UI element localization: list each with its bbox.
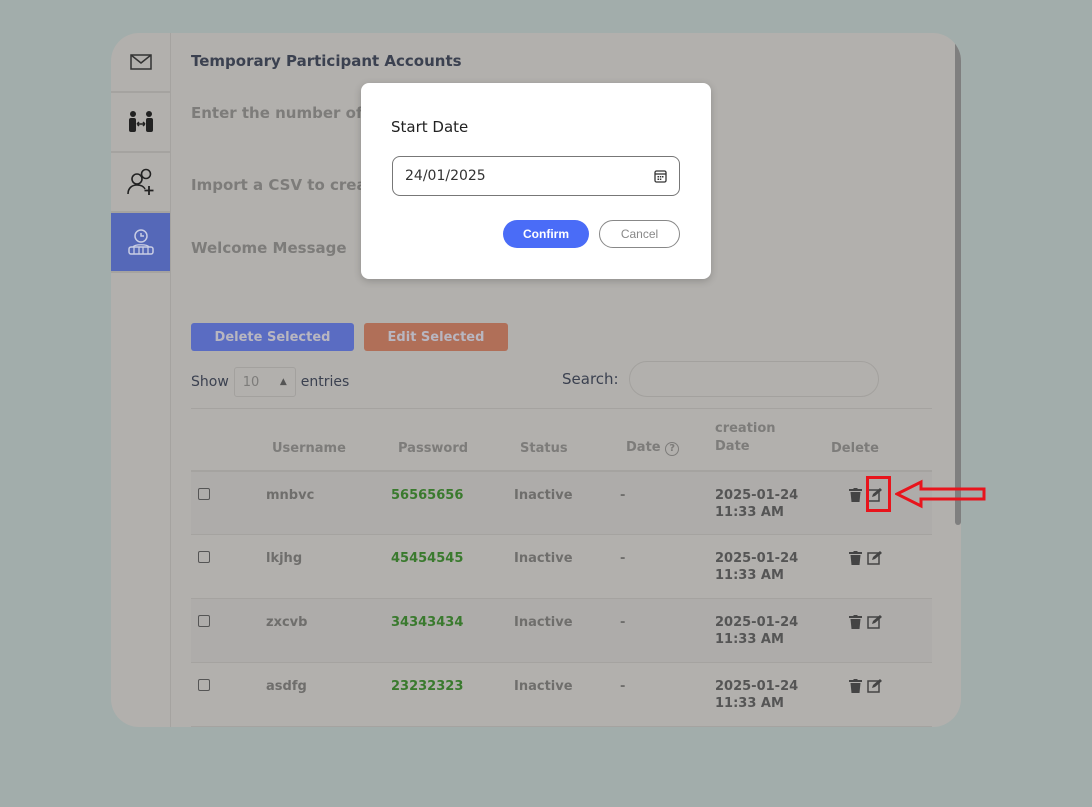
accounts-table: Username Password Status Date ? creation… bbox=[191, 408, 932, 727]
header-username[interactable]: Username bbox=[266, 408, 391, 472]
entries-select[interactable]: 10 ▲ bbox=[233, 367, 296, 397]
cell-date: - bbox=[620, 598, 715, 663]
row-checkbox[interactable] bbox=[198, 551, 210, 563]
modal-title: Start Date bbox=[391, 118, 469, 136]
updown-icon: ▲ bbox=[279, 377, 287, 387]
edit-selected-button[interactable]: Edit Selected bbox=[364, 323, 508, 351]
creation-date: 2025-01-24 bbox=[715, 615, 799, 630]
search-input[interactable] bbox=[628, 361, 879, 397]
cell-date: - bbox=[620, 662, 715, 727]
header-creation-date-label: creation Date bbox=[715, 420, 776, 454]
creation-date: 2025-01-24 bbox=[715, 487, 799, 503]
entries-control: Show 10 ▲ entries bbox=[191, 367, 349, 397]
table-row: asdfg 23232323 Inactive - 2025-01-24 11:3… bbox=[191, 662, 932, 727]
trash-icon[interactable] bbox=[849, 551, 862, 565]
sidebar-item-temporary-accounts[interactable] bbox=[111, 213, 170, 273]
calendar-icon[interactable] bbox=[654, 169, 667, 183]
annotation-arrow-icon bbox=[895, 479, 986, 509]
show-label: Show bbox=[191, 374, 229, 390]
creation-time: 11:33 AM bbox=[715, 696, 784, 711]
number-label: Enter the number of a bbox=[191, 104, 378, 122]
header-delete: Delete bbox=[831, 408, 932, 472]
cell-username: lkjhg bbox=[266, 534, 391, 599]
cell-password: 45454545 bbox=[391, 534, 514, 599]
cell-creation-date: 2025-01-24 11:33 AM bbox=[715, 470, 831, 535]
start-date-modal: Start Date 24/01/2025 Confirm Cancel bbox=[361, 83, 711, 279]
table-row: lkjhg 45454545 Inactive - 2025-01-24 11:3… bbox=[191, 534, 932, 599]
search-label: Search: bbox=[562, 370, 619, 388]
header-password[interactable]: Password bbox=[391, 408, 514, 472]
header-date-label: Date bbox=[626, 439, 661, 455]
add-user-icon bbox=[126, 168, 153, 195]
cancel-button[interactable]: Cancel bbox=[599, 220, 680, 248]
cell-actions bbox=[831, 534, 932, 599]
creation-time: 11:33 AM bbox=[715, 504, 784, 520]
help-icon[interactable]: ? bbox=[665, 441, 680, 456]
table-row: zxcvb 34343434 Inactive - 2025-01-24 11:3… bbox=[191, 598, 932, 663]
entries-label: entries bbox=[300, 374, 350, 390]
participants-exchange-icon bbox=[128, 111, 153, 132]
temporary-accounts-icon bbox=[127, 229, 154, 255]
sidebar-item-mail[interactable] bbox=[111, 33, 170, 93]
start-date-input[interactable]: 24/01/2025 bbox=[392, 156, 680, 196]
cell-date: - bbox=[620, 534, 715, 599]
cell-creation-date: 2025-01-24 11:33 AM bbox=[715, 662, 831, 727]
creation-time: 11:33 AM bbox=[715, 632, 784, 647]
creation-date: 2025-01-24 bbox=[715, 551, 799, 566]
start-date-value: 24/01/2025 bbox=[405, 168, 486, 184]
entries-value: 10 bbox=[242, 374, 260, 390]
cell-password: 23232323 bbox=[391, 662, 514, 727]
header-select bbox=[191, 408, 266, 472]
annotation-highlight-box bbox=[866, 476, 891, 512]
cell-status: Inactive bbox=[514, 662, 620, 727]
delete-selected-button[interactable]: Delete Selected bbox=[191, 323, 354, 351]
row-checkbox[interactable] bbox=[198, 487, 210, 500]
edit-icon[interactable] bbox=[866, 679, 882, 693]
edit-icon[interactable] bbox=[866, 551, 882, 565]
cell-creation-date: 2025-01-24 11:33 AM bbox=[715, 598, 831, 663]
sidebar-item-participants[interactable] bbox=[111, 93, 170, 153]
cell-username: zxcvb bbox=[266, 598, 391, 663]
cell-actions bbox=[831, 662, 932, 727]
page-title: Temporary Participant Accounts bbox=[191, 52, 462, 70]
sidebar-item-add-user[interactable] bbox=[111, 153, 170, 213]
table-row: mnbvc 56565656 Inactive - 2025-01-24 11:3… bbox=[191, 470, 932, 535]
welcome-label: Welcome Message bbox=[191, 239, 347, 257]
cell-status: Inactive bbox=[514, 534, 620, 599]
trash-icon[interactable] bbox=[849, 487, 862, 502]
cell-username: asdfg bbox=[266, 662, 391, 727]
cell-status: Inactive bbox=[514, 598, 620, 663]
trash-icon[interactable] bbox=[849, 679, 862, 693]
cell-password: 56565656 bbox=[391, 470, 514, 535]
cell-status: Inactive bbox=[514, 470, 620, 535]
row-checkbox[interactable] bbox=[198, 615, 210, 627]
creation-time: 11:33 AM bbox=[715, 568, 784, 583]
edit-icon[interactable] bbox=[866, 615, 882, 629]
confirm-button[interactable]: Confirm bbox=[503, 220, 589, 248]
cell-username: mnbvc bbox=[266, 470, 391, 535]
search-control: Search: bbox=[562, 361, 879, 397]
cell-actions bbox=[831, 598, 932, 663]
creation-date: 2025-01-24 bbox=[715, 679, 799, 694]
header-creation-date[interactable]: creation Date bbox=[715, 408, 831, 472]
header-status[interactable]: Status bbox=[514, 408, 620, 472]
row-checkbox[interactable] bbox=[198, 679, 210, 691]
cell-creation-date: 2025-01-24 11:33 AM bbox=[715, 534, 831, 599]
cell-date: - bbox=[620, 470, 715, 535]
header-date[interactable]: Date ? bbox=[620, 408, 715, 472]
sidebar bbox=[111, 33, 171, 727]
csv-label: Import a CSV to creat bbox=[191, 176, 374, 194]
cell-password: 34343434 bbox=[391, 598, 514, 663]
scrollbar[interactable] bbox=[955, 35, 961, 525]
mail-icon bbox=[129, 54, 152, 70]
trash-icon[interactable] bbox=[849, 615, 862, 629]
